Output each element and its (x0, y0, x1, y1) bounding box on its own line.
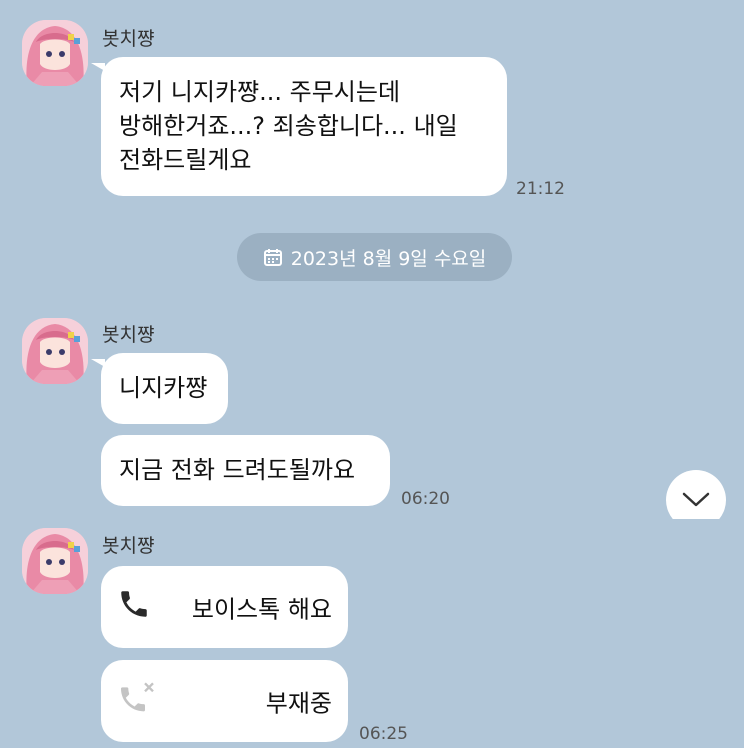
call-label: 부재중 (265, 689, 332, 718)
chevron-down-icon (682, 492, 710, 507)
sender-name: 봇치쨩 (102, 535, 155, 557)
message-bubble[interactable]: 저기 니지카쨩... 주무시는데 방해한거죠...? 죄송합니다... 내일 전… (91, 57, 507, 196)
avatar[interactable] (22, 528, 88, 594)
message-line: 저기 니지카쨩... 주무시는데 (119, 78, 401, 106)
voice-talk-bubble[interactable]: 보이스톡 해요 (101, 566, 348, 648)
timestamp: 21:12 (516, 179, 565, 199)
calendar-icon (263, 249, 282, 266)
sender-name: 봇치쨩 (102, 28, 155, 50)
message-bubble[interactable]: 니지카쨩 (91, 353, 228, 424)
missed-call-icon (117, 680, 157, 722)
sender-name: 봇치쨩 (102, 324, 155, 346)
date-divider: 2023년 8월 9일 수요일 (237, 233, 512, 281)
message-line: 니지카쨩 (119, 374, 208, 402)
timestamp: 06:25 (359, 724, 408, 744)
scroll-to-bottom-button[interactable] (666, 470, 726, 519)
missed-call-bubble[interactable]: 부재중 (101, 660, 348, 742)
avatar[interactable] (22, 318, 88, 384)
message-line: 지금 전화 드려도될까요 (119, 456, 356, 484)
message-bubble[interactable]: 지금 전화 드려도될까요 (101, 435, 390, 506)
message-line: 방해한거죠...? 죄송합니다... 내일 (119, 112, 458, 140)
avatar[interactable] (22, 20, 88, 86)
call-label: 보이스톡 해요 (191, 595, 332, 624)
date-label: 2023년 8월 9일 수요일 (290, 247, 487, 270)
message-line: 전화드릴게요 (119, 146, 252, 174)
timestamp: 06:20 (401, 489, 450, 509)
phone-icon (117, 587, 151, 627)
